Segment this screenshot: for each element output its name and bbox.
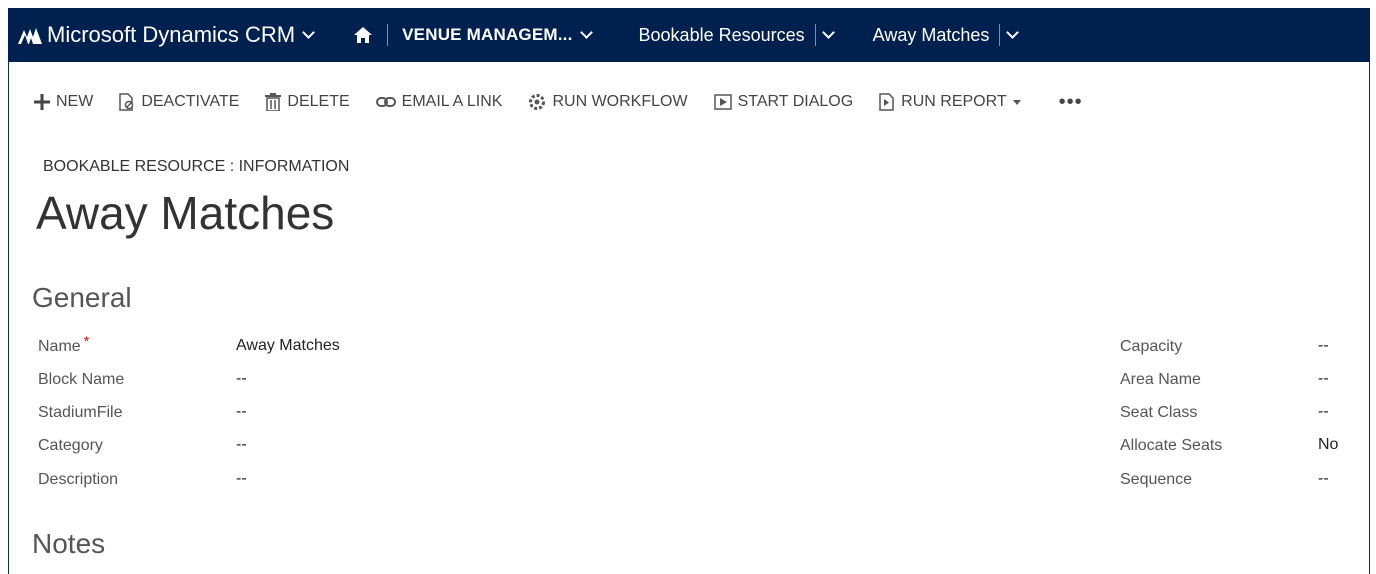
field-value-capacity[interactable]: --	[1318, 337, 1329, 355]
email-link-button[interactable]: EMAIL A LINK	[375, 93, 503, 111]
required-indicator: *	[83, 333, 90, 349]
caret-down-icon	[1012, 99, 1021, 105]
field-label-block-name: Block Name	[38, 371, 125, 388]
field-value-category[interactable]: --	[236, 436, 247, 454]
trash-icon	[265, 93, 282, 111]
run-workflow-label: RUN WORKFLOW	[552, 93, 688, 110]
breadcrumb-bookable-resources[interactable]: Bookable Resources	[638, 24, 835, 46]
dynamics-logo-icon	[18, 26, 42, 44]
deactivate-button[interactable]: DEACTIVATE	[119, 93, 239, 111]
nav-divider	[387, 24, 389, 46]
home-button[interactable]	[353, 26, 373, 44]
more-commands-button[interactable]: •••	[1059, 91, 1083, 114]
field-label-sequence: Sequence	[1120, 471, 1193, 488]
chevron-down-icon	[302, 26, 316, 39]
area-menu-button[interactable]: VENUE MANAGEM...	[402, 25, 593, 45]
field-value-block-name[interactable]: --	[236, 370, 247, 388]
chevron-down-icon[interactable]	[821, 26, 835, 39]
workflow-gear-icon	[528, 93, 546, 111]
start-dialog-button[interactable]: START DIALOG	[713, 93, 854, 111]
field-label-stadium-file: StadiumFile	[38, 404, 123, 421]
field-label-text: Name	[38, 338, 81, 355]
section-title-general: General	[32, 282, 132, 313]
field-value-seat-class[interactable]: --	[1318, 403, 1329, 421]
new-button[interactable]: NEW	[34, 93, 93, 111]
run-report-button[interactable]: RUN REPORT	[879, 93, 1021, 111]
chevron-down-icon	[579, 26, 593, 39]
chevron-down-icon[interactable]	[1006, 26, 1020, 39]
app-title: Microsoft Dynamics CRM	[47, 22, 296, 47]
delete-button[interactable]: DELETE	[265, 93, 350, 111]
breadcrumb-label: Away Matches	[872, 24, 990, 45]
breadcrumb-divider	[814, 24, 816, 46]
play-icon	[713, 94, 732, 110]
run-report-label: RUN REPORT	[901, 93, 1007, 110]
breadcrumb-label: Bookable Resources	[638, 24, 805, 45]
app-menu-button[interactable]: Microsoft Dynamics CRM	[47, 22, 316, 48]
field-label-capacity: Capacity	[1120, 338, 1183, 355]
page-title: Away Matches	[36, 187, 335, 239]
field-label-category: Category	[38, 437, 103, 454]
field-value-sequence[interactable]: --	[1318, 470, 1329, 488]
link-icon	[375, 96, 396, 108]
breadcrumb-divider	[999, 24, 1001, 46]
delete-label: DELETE	[287, 93, 350, 110]
deactivate-label: DEACTIVATE	[141, 93, 240, 110]
field-label-seat-class: Seat Class	[1120, 404, 1198, 421]
field-label-description: Description	[38, 471, 119, 488]
home-icon	[354, 27, 373, 43]
field-value-name[interactable]: Away Matches	[236, 337, 340, 355]
breadcrumb-away-matches[interactable]: Away Matches	[872, 24, 1020, 46]
field-value-allocate-seats[interactable]: No	[1318, 436, 1338, 454]
start-dialog-label: START DIALOG	[737, 93, 854, 110]
field-label-allocate-seats: Allocate Seats	[1120, 437, 1223, 454]
field-label-name: Name *	[38, 333, 89, 356]
field-value-stadium-file[interactable]: --	[236, 403, 247, 421]
plus-icon	[34, 94, 50, 110]
field-label-area-name: Area Name	[1120, 371, 1201, 388]
section-title-notes: Notes	[32, 528, 106, 559]
area-label: VENUE MANAGEM...	[402, 25, 573, 44]
deactivate-icon	[119, 93, 135, 111]
field-value-area-name[interactable]: --	[1318, 370, 1329, 388]
email-link-label: EMAIL A LINK	[401, 93, 503, 110]
run-workflow-button[interactable]: RUN WORKFLOW	[528, 93, 688, 111]
top-nav-bar: Microsoft Dynamics CRM VENUE MANAGEM... …	[8, 8, 1370, 62]
new-label: NEW	[56, 93, 94, 110]
report-icon	[879, 93, 895, 111]
entity-form-label: BOOKABLE RESOURCE : INFORMATION	[43, 158, 350, 175]
command-bar: NEW DEACTIVATE DELETE EMAIL A LINK RUN W…	[34, 84, 1083, 120]
field-value-description[interactable]: --	[236, 470, 247, 488]
